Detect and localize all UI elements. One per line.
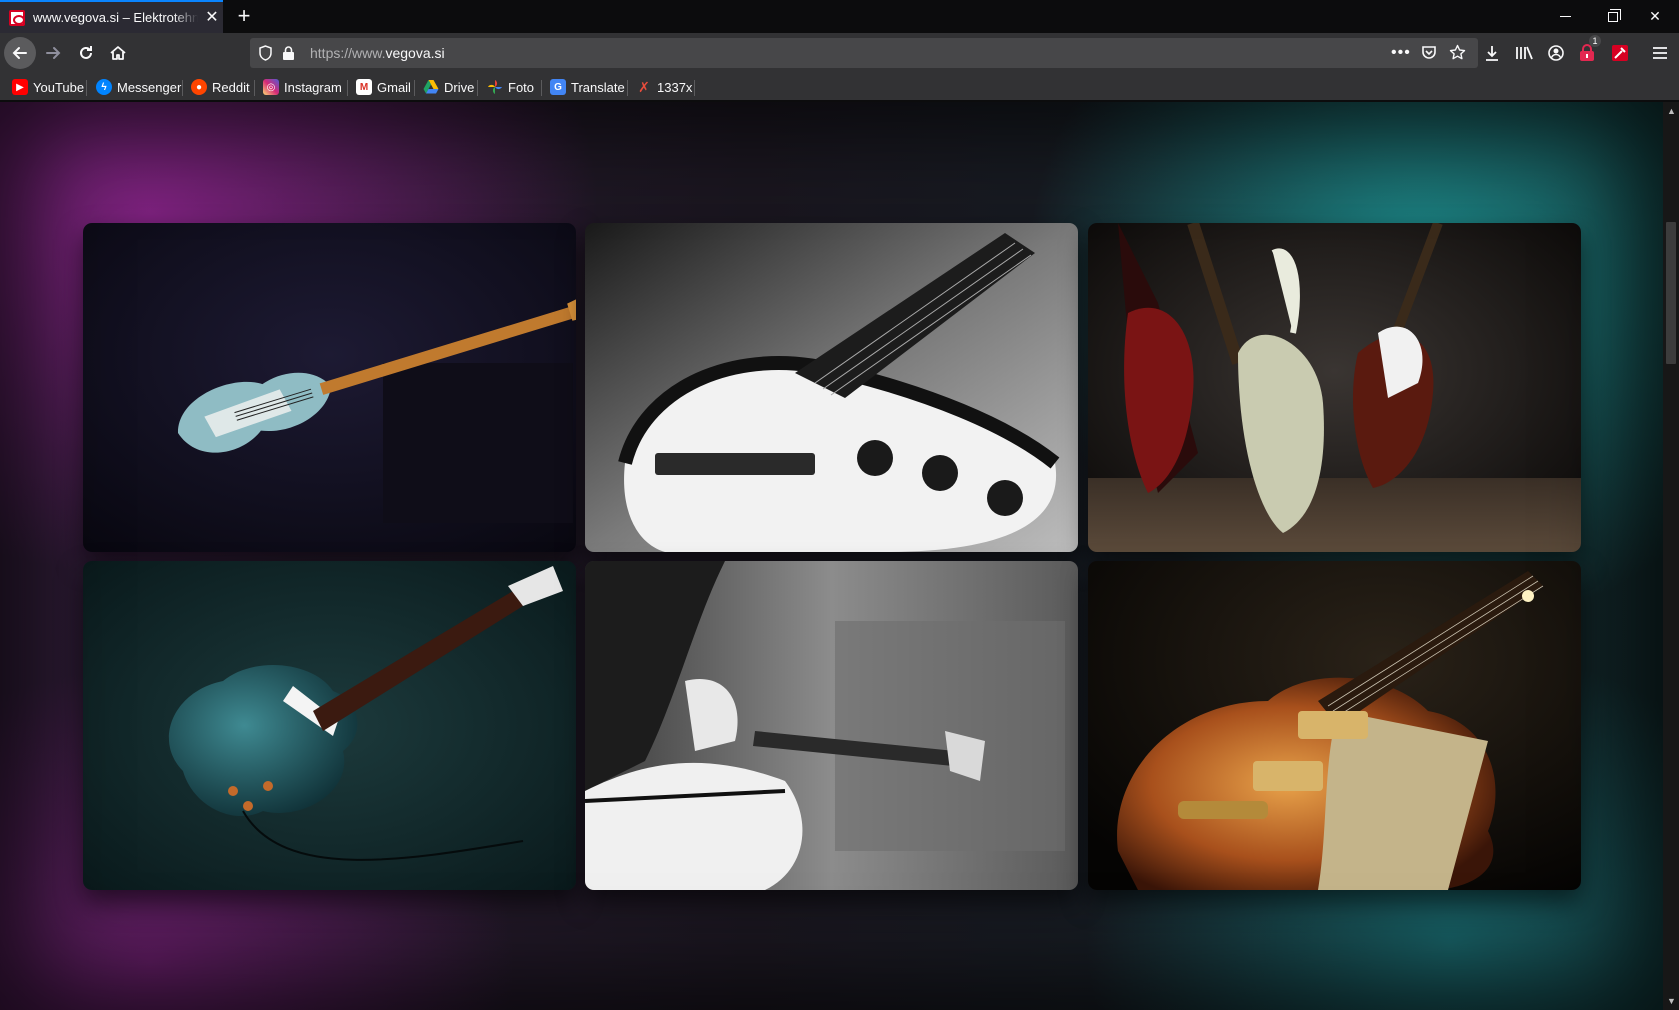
hamburger-menu-icon: [1653, 47, 1667, 59]
youtube-icon: ▶: [12, 79, 28, 95]
navigation-toolbar: https://www.vegova.si ••• 1: [0, 33, 1679, 73]
bookmark-instagram[interactable]: ◎ Instagram: [263, 78, 342, 96]
photos-icon: [488, 80, 502, 94]
home-icon: [110, 46, 126, 60]
bookmarks-toolbar: ▶ YouTube ϟ Messenger ● Reddit ◎ Instagr…: [0, 73, 1679, 101]
site-favicon-icon: [9, 9, 25, 26]
bookmark-messenger[interactable]: ϟ Messenger: [96, 78, 181, 96]
tracking-shield-icon[interactable]: [258, 45, 273, 61]
bookmark-separator: [627, 80, 628, 96]
page-actions-icon[interactable]: •••: [1391, 44, 1411, 62]
back-button[interactable]: [4, 37, 36, 69]
bookmark-translate[interactable]: G Translate: [550, 78, 625, 96]
translate-icon: G: [550, 79, 566, 95]
gallery-image-guitar-lespaul-teal[interactable]: [83, 561, 576, 890]
bookmark-label: Translate: [571, 79, 625, 95]
bookmark-separator: [182, 80, 183, 96]
1337x-icon: ✗: [638, 78, 650, 95]
gallery-image-guitar-lespaul-sunburst[interactable]: [1088, 561, 1581, 890]
library-button[interactable]: [1514, 43, 1534, 63]
address-bar[interactable]: https://www.vegova.si •••: [250, 38, 1478, 68]
bookmark-separator: [347, 80, 348, 96]
bookmark-label: Drive: [444, 79, 475, 95]
app-menu-button[interactable]: [1650, 43, 1670, 63]
gallery-image-guitar-strat-bw-closeup[interactable]: [585, 223, 1078, 552]
forward-button[interactable]: [37, 37, 69, 69]
reload-button[interactable]: [70, 37, 102, 69]
guitar-strat-blue-photo: [83, 223, 576, 552]
page-content: [0, 102, 1663, 1010]
home-button[interactable]: [102, 37, 134, 69]
bookmark-separator: [86, 80, 87, 96]
close-icon: ✕: [1649, 8, 1661, 24]
library-icon: [1516, 46, 1533, 60]
bookmark-drive[interactable]: Drive: [423, 78, 474, 96]
bookmark-label: Messenger: [117, 79, 182, 95]
scroll-down-arrow-icon[interactable]: ▼: [1667, 996, 1676, 1006]
gallery-image-guitar-three-firebirds[interactable]: [1088, 223, 1581, 552]
account-icon: [1548, 45, 1564, 61]
guitar-firebirds-photo: [1088, 223, 1581, 552]
arrow-right-icon: [46, 47, 61, 59]
minimize-icon: [1559, 16, 1571, 17]
drive-icon: [423, 80, 439, 94]
page-scrollbar[interactable]: ▲ ▼: [1663, 102, 1679, 1010]
guitar-lespaul-teal-photo: [83, 561, 576, 890]
new-tab-button[interactable]: +: [231, 4, 257, 30]
bookmark-gmail[interactable]: M Gmail: [356, 78, 411, 96]
bookmark-separator: [477, 80, 478, 96]
gmail-icon: M: [356, 79, 372, 95]
bookmark-label: YouTube: [33, 79, 85, 95]
bookmark-label: Instagram: [284, 79, 342, 95]
bookmark-label: 1337x: [657, 79, 693, 95]
messenger-icon: ϟ: [96, 79, 112, 95]
url-prefix: https://www.: [310, 45, 386, 61]
bookmark-separator: [414, 80, 415, 96]
browser-tab-active[interactable]: www.vegova.si – Elektrotehniška ✕: [0, 0, 223, 33]
bookmark-reddit[interactable]: ● Reddit: [191, 78, 250, 96]
guitar-player-bw-photo: [585, 561, 1078, 890]
window-restore-button[interactable]: [1589, 0, 1637, 33]
extension-picker-button[interactable]: [1610, 43, 1630, 63]
window-close-button[interactable]: ✕: [1631, 0, 1679, 33]
bookmark-label: Reddit: [212, 79, 250, 95]
reddit-icon: ●: [191, 79, 207, 95]
bookmark-youtube[interactable]: ▶ YouTube: [12, 78, 84, 96]
reload-icon: [80, 46, 92, 59]
tab-close-icon[interactable]: ✕: [204, 9, 220, 26]
tab-strip: www.vegova.si – Elektrotehniška ✕ + ✕: [0, 0, 1679, 33]
scroll-up-arrow-icon[interactable]: ▲: [1667, 106, 1676, 116]
bookmark-separator: [694, 80, 695, 96]
instagram-icon: ◎: [263, 79, 279, 95]
guitar-strat-bw-photo: [585, 223, 1078, 552]
url-text[interactable]: https://www.vegova.si: [310, 45, 445, 61]
bookmark-star-icon[interactable]: [1449, 44, 1466, 61]
color-picker-extension-icon: [1612, 45, 1628, 61]
bookmark-foto[interactable]: Foto: [487, 78, 534, 96]
gallery-image-guitar-player-bw[interactable]: [585, 561, 1078, 890]
account-button[interactable]: [1546, 43, 1566, 63]
url-domain: vegova.si: [385, 45, 445, 61]
extension-blocker-button[interactable]: 1: [1577, 35, 1601, 63]
bookmark-label: Foto: [508, 79, 535, 95]
window-minimize-button[interactable]: [1541, 0, 1589, 33]
download-icon: [1486, 46, 1498, 61]
bookmark-separator: [541, 80, 542, 96]
bookmark-label: Gmail: [377, 79, 411, 95]
guitar-lespaul-sunburst-photo: [1088, 561, 1581, 890]
restore-icon: [1608, 8, 1621, 22]
arrow-left-icon: [12, 47, 27, 59]
extension-badge: 1: [1589, 35, 1601, 47]
bookmark-separator: [254, 80, 255, 96]
gallery-image-guitar-strat-blue-dark[interactable]: [83, 223, 576, 552]
downloads-button[interactable]: [1482, 43, 1502, 63]
lock-icon[interactable]: [282, 45, 295, 61]
tab-title: www.vegova.si – Elektrotehniška: [33, 10, 198, 25]
scrollbar-thumb[interactable]: [1666, 222, 1676, 364]
bookmark-1337x[interactable]: ✗ 1337x: [636, 78, 692, 96]
pocket-icon[interactable]: [1421, 45, 1437, 61]
